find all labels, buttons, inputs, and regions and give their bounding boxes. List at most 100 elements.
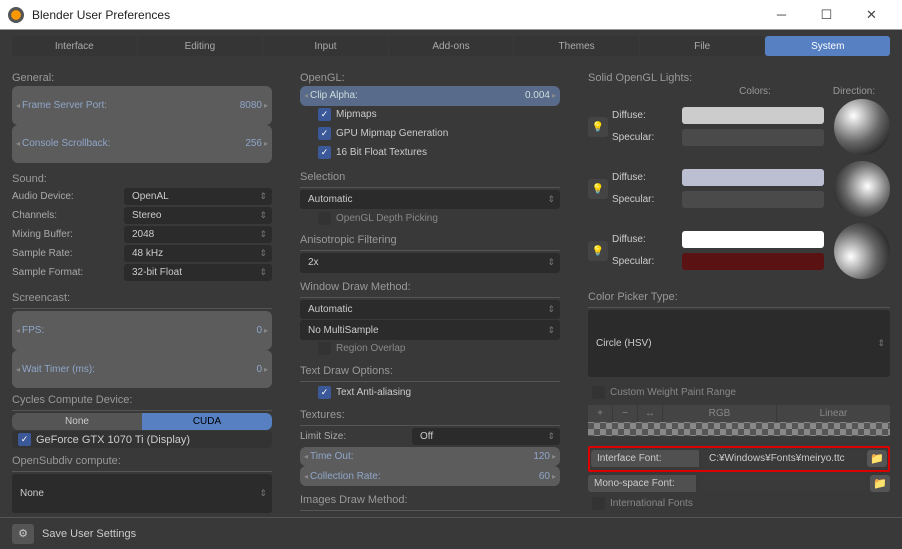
cycles-none-button[interactable]: None: [12, 413, 142, 430]
sample-format-dropdown[interactable]: 32-bit Float: [124, 264, 272, 281]
light3-diffuse-color[interactable]: [682, 231, 824, 248]
opengl-label: OpenGL:: [300, 72, 560, 84]
international-fonts-row[interactable]: International Fonts: [588, 494, 890, 512]
light3-diffuse-label: Diffuse:: [612, 234, 674, 245]
light3-toggle[interactable]: [588, 241, 608, 261]
text-draw-label: Text Draw Options:: [300, 365, 560, 377]
selection-dropdown[interactable]: Automatic: [300, 190, 560, 210]
text-aa-row[interactable]: Text Anti-aliasing: [300, 384, 560, 402]
footer-bar: ⚙ Save User Settings: [0, 517, 902, 549]
gradient-interp-dropdown[interactable]: Linear: [777, 405, 890, 422]
interface-font-browse-button[interactable]: 📁: [867, 450, 887, 467]
color-picker-dropdown[interactable]: Circle (HSV): [588, 310, 890, 377]
interface-font-field[interactable]: C:¥Windows¥Fonts¥meiryo.ttc: [703, 450, 863, 467]
limit-size-dropdown[interactable]: Off: [412, 428, 560, 445]
time-out[interactable]: Time Out:120: [300, 447, 560, 467]
mipmaps-row[interactable]: Mipmaps: [300, 106, 560, 124]
depth-picking-checkbox[interactable]: [318, 212, 331, 225]
cycles-device-item[interactable]: GeForce GTX 1070 Ti (Display): [12, 431, 272, 448]
aniso-label: Anisotropic Filtering: [300, 234, 560, 246]
light3-direction-sphere[interactable]: [834, 223, 890, 279]
float16-row[interactable]: 16 Bit Float Textures: [300, 144, 560, 162]
light2-specular-color[interactable]: [682, 191, 824, 208]
depth-picking-row[interactable]: OpenGL Depth Picking: [300, 209, 560, 227]
light3-specular-label: Specular:: [612, 256, 674, 267]
minimize-button[interactable]: ─: [759, 1, 804, 29]
gradient-flip-button[interactable]: ↔: [638, 405, 662, 422]
light1-toggle[interactable]: [588, 117, 608, 137]
frame-server-port[interactable]: Frame Server Port:8080: [12, 86, 272, 125]
window-draw-dropdown[interactable]: Automatic: [300, 300, 560, 320]
channels-label: Channels:: [12, 210, 122, 221]
float16-checkbox[interactable]: [318, 146, 331, 159]
limit-size-label: Limit Size:: [300, 431, 410, 442]
light3-specular-color[interactable]: [682, 253, 824, 270]
window-title: Blender User Preferences: [32, 8, 170, 22]
general-label: General:: [12, 72, 272, 84]
light2-direction-sphere[interactable]: [834, 161, 890, 217]
mono-font-field[interactable]: [700, 475, 866, 492]
region-overlap-checkbox[interactable]: [318, 342, 331, 355]
light1-specular-color[interactable]: [682, 129, 824, 146]
custom-weight-row[interactable]: Custom Weight Paint Range: [588, 383, 890, 401]
sample-format-label: Sample Format:: [12, 267, 122, 278]
international-fonts-checkbox[interactable]: [592, 497, 605, 510]
collection-rate[interactable]: Collection Rate:60: [300, 466, 560, 486]
opensubdiv-label: OpenSubdiv compute:: [12, 455, 272, 467]
light2-diffuse-color[interactable]: [682, 169, 824, 186]
mixing-buffer-dropdown[interactable]: 2048: [124, 226, 272, 243]
save-settings-button[interactable]: Save User Settings: [42, 528, 136, 540]
opensubdiv-dropdown[interactable]: None: [12, 474, 272, 513]
cycles-cuda-button[interactable]: CUDA: [142, 413, 272, 430]
device-checkbox[interactable]: [18, 433, 31, 446]
audio-device-dropdown[interactable]: OpenAL: [124, 188, 272, 205]
editor-type-icon[interactable]: ⚙: [12, 524, 34, 544]
tab-themes[interactable]: Themes: [514, 36, 639, 56]
title-bar: Blender User Preferences ─ ☐ ✕: [0, 0, 902, 30]
close-button[interactable]: ✕: [849, 1, 894, 29]
gradient-mode-dropdown[interactable]: RGB: [663, 405, 776, 422]
light1-direction-sphere[interactable]: [834, 99, 890, 155]
selection-label: Selection: [300, 171, 560, 183]
gradient-remove-button[interactable]: −: [613, 405, 637, 422]
light1-diffuse-color[interactable]: [682, 107, 824, 124]
gpu-mipmap-checkbox[interactable]: [318, 127, 331, 140]
tab-system[interactable]: System: [765, 36, 890, 56]
tab-input[interactable]: Input: [263, 36, 388, 56]
custom-weight-checkbox[interactable]: [592, 386, 605, 399]
multisample-dropdown[interactable]: No MultiSample: [300, 320, 560, 340]
mono-font-browse-button[interactable]: 📁: [870, 475, 890, 492]
clip-alpha[interactable]: Clip Alpha:0.004: [300, 86, 560, 106]
images-draw-label: Images Draw Method:: [300, 494, 560, 506]
interface-font-label: Interface Font:: [591, 450, 699, 467]
window-draw-label: Window Draw Method:: [300, 281, 560, 293]
mixing-buffer-label: Mixing Buffer:: [12, 229, 122, 240]
text-aa-checkbox[interactable]: [318, 386, 331, 399]
gradient-ramp[interactable]: [588, 422, 890, 436]
folder-icon: 📁: [870, 452, 884, 465]
interface-font-highlight: Interface Font: C:¥Windows¥Fonts¥meiryo.…: [588, 446, 890, 472]
mipmaps-checkbox[interactable]: [318, 108, 331, 121]
gpu-mipmap-row[interactable]: GPU Mipmap Generation: [300, 125, 560, 143]
screencast-fps[interactable]: FPS:0: [12, 311, 272, 350]
tab-addons[interactable]: Add-ons: [389, 36, 514, 56]
aniso-dropdown[interactable]: 2x: [300, 253, 560, 273]
tab-file[interactable]: File: [640, 36, 765, 56]
light1-diffuse-label: Diffuse:: [612, 110, 674, 121]
screencast-wait-timer[interactable]: Wait Timer (ms):0: [12, 350, 272, 389]
sample-rate-label: Sample Rate:: [12, 248, 122, 259]
region-overlap-row[interactable]: Region Overlap: [300, 340, 560, 358]
light2-toggle[interactable]: [588, 179, 608, 199]
textures-label: Textures:: [300, 409, 560, 421]
gradient-add-button[interactable]: +: [588, 405, 612, 422]
maximize-button[interactable]: ☐: [804, 1, 849, 29]
prefs-tabs: Interface Editing Input Add-ons Themes F…: [12, 36, 890, 56]
tab-editing[interactable]: Editing: [138, 36, 263, 56]
sound-label: Sound:: [12, 173, 272, 185]
direction-header: Direction:: [818, 86, 890, 97]
tab-interface[interactable]: Interface: [12, 36, 137, 56]
channels-dropdown[interactable]: Stereo: [124, 207, 272, 224]
light2-specular-label: Specular:: [612, 194, 674, 205]
sample-rate-dropdown[interactable]: 48 kHz: [124, 245, 272, 262]
console-scrollback[interactable]: Console Scrollback:256: [12, 125, 272, 164]
